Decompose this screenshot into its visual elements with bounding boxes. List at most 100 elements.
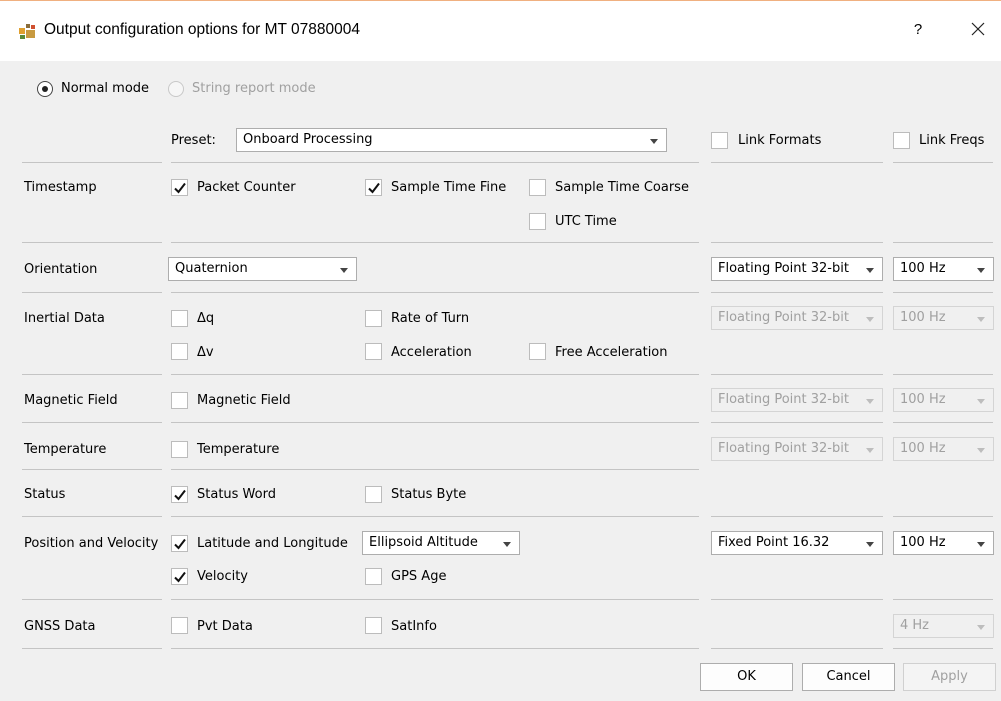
chevron-down-icon [866,268,874,273]
chevron-down-icon [866,399,874,404]
satinfo-label: SatInfo [391,619,437,634]
lat-lon-checkbox[interactable] [171,535,188,552]
sample-time-fine-label: Sample Time Fine [391,180,507,195]
row-separator [171,422,699,423]
inertial-freq-select[interactable]: 100 Hz [893,306,994,330]
satinfo-checkbox[interactable] [365,617,382,634]
temperature-freq-value: 100 Hz [900,441,946,456]
preset-label: Preset: [171,133,216,148]
ok-button[interactable]: OK [700,663,793,691]
orientation-mode-select[interactable]: Quaternion [168,257,357,281]
orientation-format-value: Floating Point 32-bit [718,261,849,276]
free-acceleration-label: Free Acceleration [555,345,668,360]
check-icon [174,489,186,501]
row-separator [22,162,162,163]
row-separator [893,599,993,600]
row-separator [22,469,162,470]
temperature-checkbox[interactable] [171,441,188,458]
link-freqs-checkbox[interactable] [893,132,910,149]
check-icon [368,182,380,194]
apply-button[interactable]: Apply [903,663,996,691]
row-separator [893,648,993,649]
delta-v-checkbox[interactable] [171,343,188,360]
sample-time-fine-checkbox[interactable] [365,179,382,196]
magnetic-format-value: Floating Point 32-bit [718,392,849,407]
pvt-data-label: Pvt Data [197,619,253,634]
orientation-freq-value: 100 Hz [900,261,946,276]
chevron-down-icon [340,268,348,273]
temperature-format-value: Floating Point 32-bit [718,441,849,456]
row-separator [171,469,699,470]
delta-q-label: Δq [197,311,215,326]
packet-counter-label: Packet Counter [197,180,296,195]
velocity-label: Velocity [197,569,248,584]
row-separator [171,599,699,600]
packet-counter-checkbox[interactable] [171,179,188,196]
chevron-down-icon [503,542,511,547]
position-format-select[interactable]: Fixed Point 16.32 [711,531,883,555]
free-acceleration-checkbox[interactable] [529,343,546,360]
chevron-down-icon [977,399,985,404]
preset-select[interactable]: Onboard Processing [236,128,667,152]
position-freq-select[interactable]: 100 Hz [893,531,994,555]
row-separator [711,516,883,517]
inertial-format-value: Floating Point 32-bit [718,310,849,325]
delta-q-checkbox[interactable] [171,310,188,327]
chevron-down-icon [977,448,985,453]
close-button[interactable] [966,17,990,41]
help-button[interactable]: ? [906,18,930,42]
link-freqs-label: Link Freqs [919,133,985,148]
row-separator [711,242,883,243]
link-formats-checkbox[interactable] [711,132,728,149]
inertial-data-label: Inertial Data [24,311,105,326]
temperature-freq-select[interactable]: 100 Hz [893,437,994,461]
altitude-select[interactable]: Ellipsoid Altitude [362,531,520,555]
magnetic-format-select[interactable]: Floating Point 32-bit [711,388,883,412]
orientation-label: Orientation [24,262,98,277]
velocity-checkbox[interactable] [171,568,188,585]
row-separator [711,374,883,375]
magnetic-field-checkbox[interactable] [171,392,188,409]
row-separator [171,292,699,293]
rate-of-turn-checkbox[interactable] [365,310,382,327]
chevron-down-icon [977,542,985,547]
magnetic-freq-value: 100 Hz [900,392,946,407]
gnss-data-label: GNSS Data [24,619,96,634]
check-icon [174,571,186,583]
orientation-freq-select[interactable]: 100 Hz [893,257,994,281]
status-word-checkbox[interactable] [171,486,188,503]
chevron-down-icon [977,625,985,630]
chevron-down-icon [866,542,874,547]
close-icon [971,22,985,36]
gps-age-checkbox[interactable] [365,568,382,585]
delta-v-label: Δv [197,345,214,360]
acceleration-label: Acceleration [391,345,472,360]
row-separator [711,422,883,423]
utc-time-checkbox[interactable] [529,213,546,230]
row-separator [711,162,883,163]
inertial-format-select[interactable]: Floating Point 32-bit [711,306,883,330]
string-report-mode-radio[interactable] [168,81,184,97]
row-separator [22,422,162,423]
magnetic-freq-select[interactable]: 100 Hz [893,388,994,412]
normal-mode-radio[interactable] [37,81,53,97]
magnetic-field-option-label: Magnetic Field [197,393,291,408]
orientation-format-select[interactable]: Floating Point 32-bit [711,257,883,281]
gnss-freq-select[interactable]: 4 Hz [893,614,994,638]
sample-time-coarse-label: Sample Time Coarse [555,180,689,195]
row-separator [171,648,699,649]
string-report-mode-label: String report mode [192,81,316,96]
pvt-data-checkbox[interactable] [171,617,188,634]
chevron-down-icon [866,448,874,453]
temperature-label: Temperature [24,442,107,457]
temperature-format-select[interactable]: Floating Point 32-bit [711,437,883,461]
xsens-app-icon [18,22,36,40]
check-icon [174,538,186,550]
acceleration-checkbox[interactable] [365,343,382,360]
status-byte-checkbox[interactable] [365,486,382,503]
sample-time-coarse-checkbox[interactable] [529,179,546,196]
row-separator [893,292,993,293]
status-label: Status [24,487,66,502]
cancel-button[interactable]: Cancel [802,663,895,691]
row-separator [22,292,162,293]
